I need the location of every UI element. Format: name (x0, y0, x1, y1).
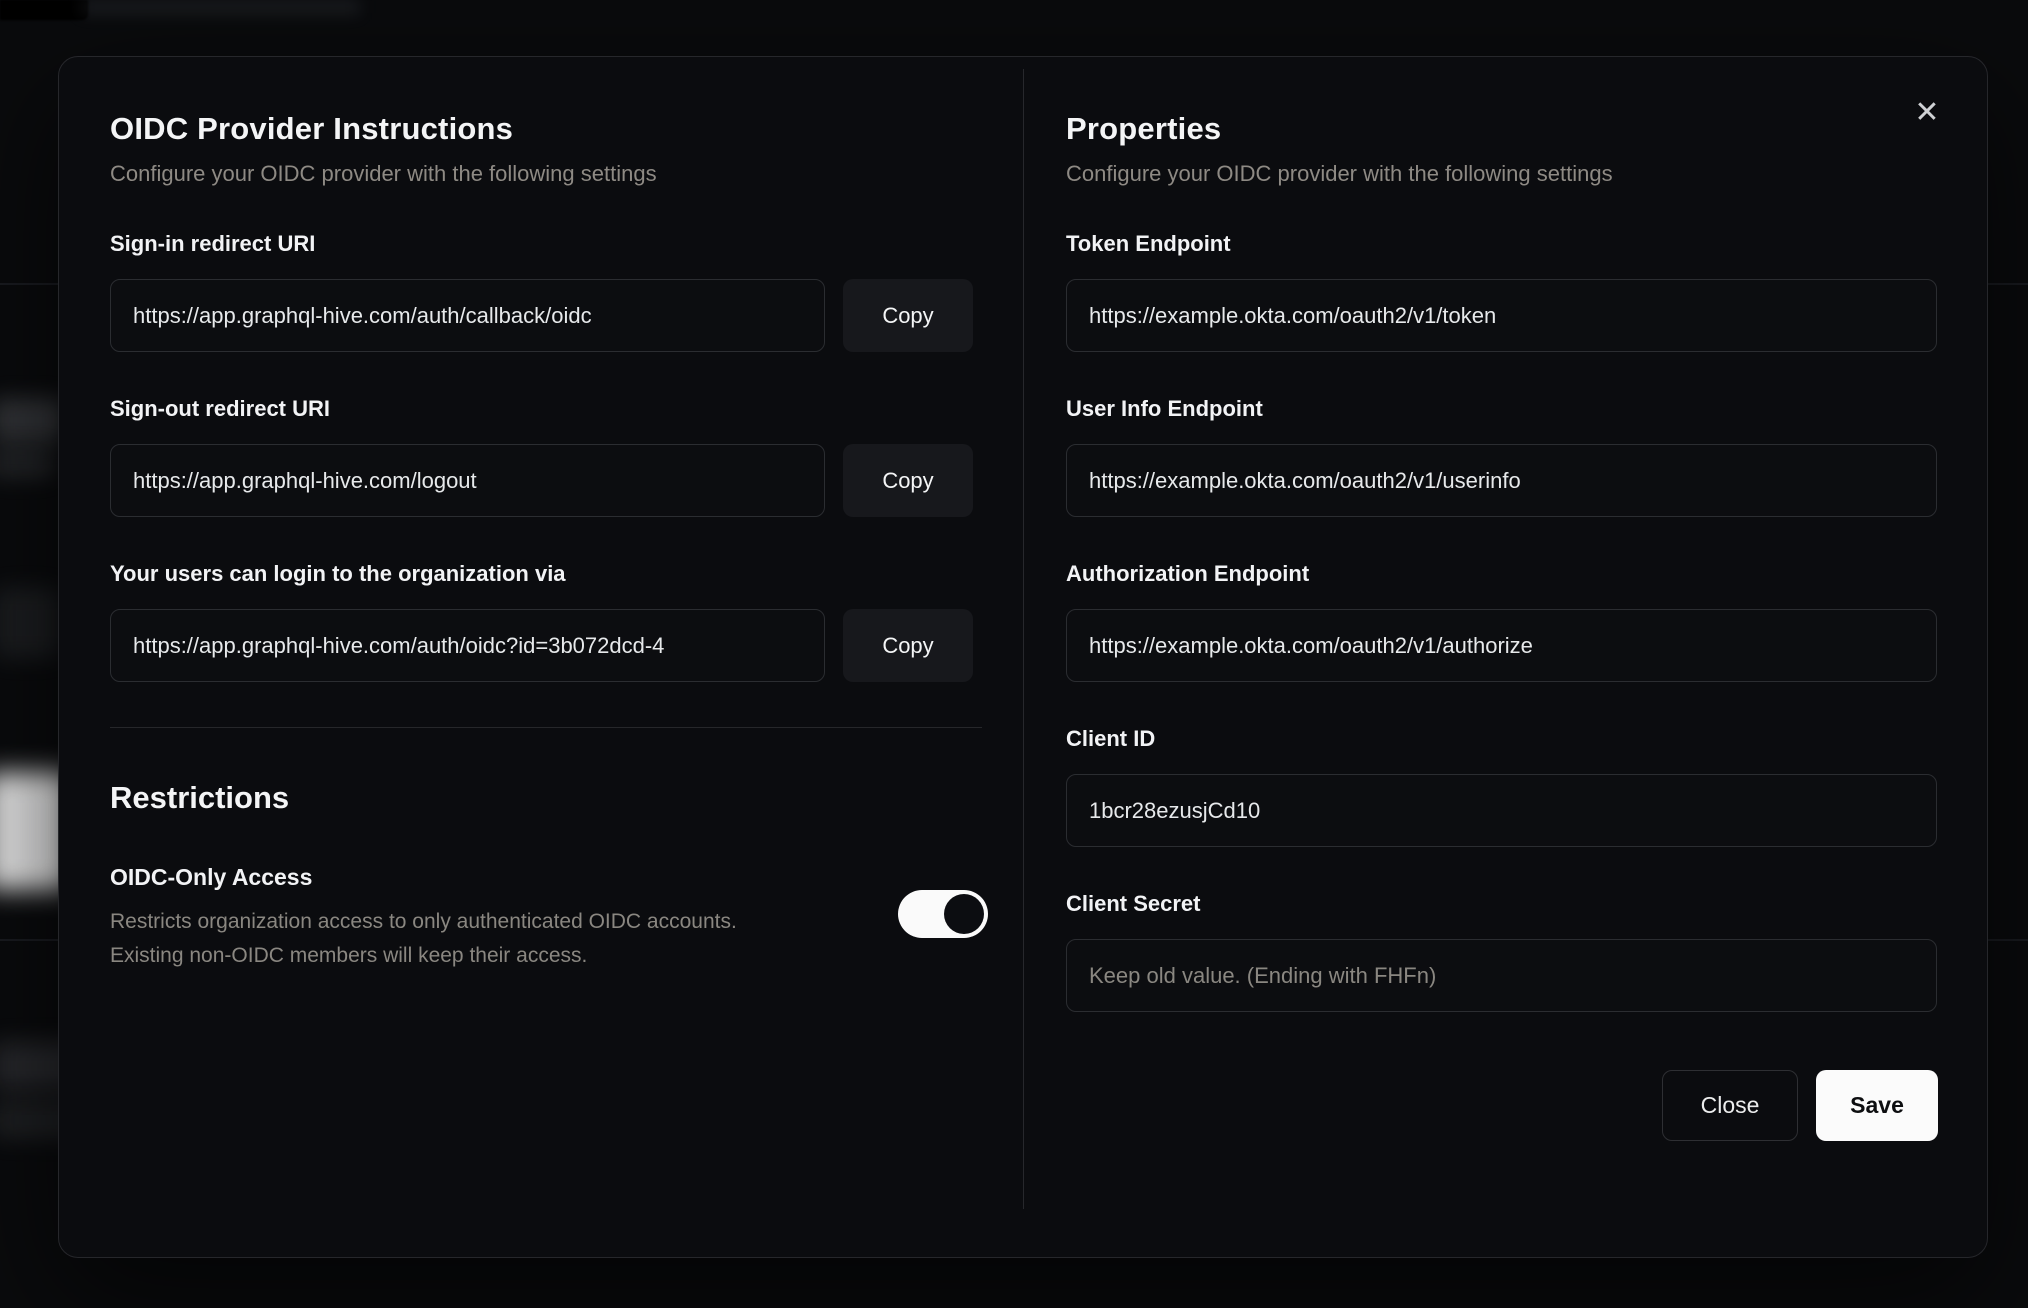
restrictions-title: Restrictions (110, 780, 290, 815)
section-divider (110, 727, 982, 728)
oidc-only-access-row: OIDC-Only Access Restricts organization … (110, 864, 988, 972)
client-id-label: Client ID (1066, 726, 1156, 751)
userinfo-endpoint-label: User Info Endpoint (1066, 396, 1263, 421)
authorization-endpoint-input[interactable] (1066, 609, 1937, 682)
client-secret-field: Client Secret (1066, 891, 1937, 1012)
authorization-endpoint-field: Authorization Endpoint (1066, 561, 1937, 682)
signout-redirect-input[interactable] (110, 444, 825, 517)
userinfo-endpoint-input[interactable] (1066, 444, 1937, 517)
token-endpoint-input[interactable] (1066, 279, 1937, 352)
oidc-only-access-toggle[interactable] (898, 890, 988, 938)
backdrop-blurred-smudge (80, 0, 360, 14)
client-id-input[interactable] (1066, 774, 1937, 847)
properties-pane: Properties Configure your OIDC provider … (1023, 57, 1987, 1257)
properties-title: Properties (1066, 111, 1222, 146)
oidc-only-access-description: Restricts organization access to only au… (110, 910, 737, 967)
copy-signin-redirect-button[interactable]: Copy (843, 279, 973, 352)
instructions-title: OIDC Provider Instructions (110, 111, 514, 146)
signin-redirect-input[interactable] (110, 279, 825, 352)
organization-login-label: Your users can login to the organization… (110, 561, 566, 586)
userinfo-endpoint-field: User Info Endpoint (1066, 396, 1937, 517)
oidc-settings-dialog: ✕ OIDC Provider Instructions Configure y… (58, 56, 1988, 1258)
copy-signout-redirect-button[interactable]: Copy (843, 444, 973, 517)
organization-login-input[interactable] (110, 609, 825, 682)
dialog-actions: Close Save (1066, 1070, 1938, 1141)
signin-redirect-field: Sign-in redirect URI Copy (110, 231, 973, 352)
backdrop-blurred-block (0, 0, 88, 20)
signin-redirect-label: Sign-in redirect URI (110, 231, 316, 256)
instructions-pane: OIDC Provider Instructions Configure you… (59, 57, 1023, 1257)
organization-login-field: Your users can login to the organization… (110, 561, 973, 682)
client-id-field: Client ID (1066, 726, 1937, 847)
client-secret-input[interactable] (1066, 939, 1937, 1012)
close-button[interactable]: Close (1662, 1070, 1798, 1141)
token-endpoint-field: Token Endpoint (1066, 231, 1937, 352)
backdrop-blurred-text (0, 448, 54, 478)
copy-organization-login-button[interactable]: Copy (843, 609, 973, 682)
oidc-only-access-label: OIDC-Only Access (110, 864, 313, 890)
authorization-endpoint-label: Authorization Endpoint (1066, 561, 1310, 586)
properties-subtitle: Configure your OIDC provider with the fo… (1066, 161, 1613, 186)
backdrop-blurred-text (0, 588, 60, 658)
token-endpoint-label: Token Endpoint (1066, 231, 1231, 256)
save-button[interactable]: Save (1816, 1070, 1938, 1141)
signout-redirect-field: Sign-out redirect URI Copy (110, 396, 973, 517)
backdrop-blurred-text (0, 398, 64, 442)
client-secret-label: Client Secret (1066, 891, 1201, 916)
toggle-thumb (944, 894, 984, 934)
instructions-subtitle: Configure your OIDC provider with the fo… (110, 161, 657, 186)
signout-redirect-label: Sign-out redirect URI (110, 396, 331, 421)
